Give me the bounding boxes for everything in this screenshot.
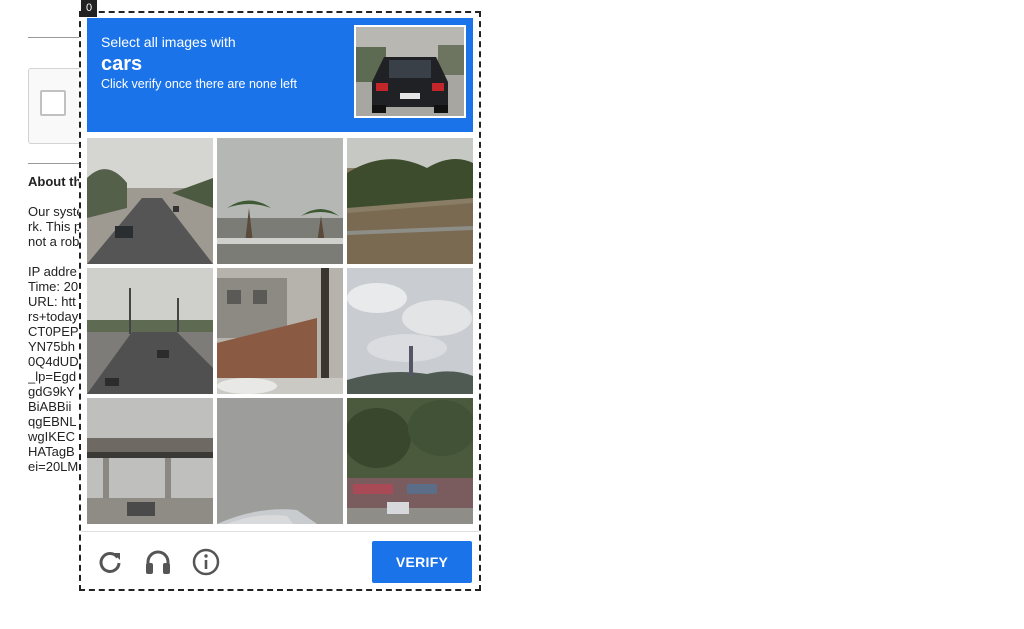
background-text-line: HATagB bbox=[28, 444, 75, 459]
frame-index-badge: 0 bbox=[81, 0, 97, 17]
verify-button[interactable]: VERIFY bbox=[372, 541, 472, 583]
sample-image bbox=[354, 25, 466, 118]
background-text-line: rs+today bbox=[28, 309, 79, 324]
instruction-subtext: Click verify once there are none left bbox=[101, 77, 297, 91]
background-text-line: not a rob bbox=[28, 234, 80, 249]
background-text-line: wgIKEC bbox=[28, 429, 75, 444]
background-text-line: _lp=Egd bbox=[28, 369, 77, 384]
not-a-robot-checkbox[interactable] bbox=[40, 90, 66, 116]
image-tile-trees-and-storefront[interactable] bbox=[347, 398, 473, 524]
background-text-line: YN75bh bbox=[28, 339, 75, 354]
background-text-line: gdG9kY bbox=[28, 384, 75, 399]
about-heading: About th bbox=[28, 174, 80, 189]
background-text-line: ei=20LM bbox=[28, 459, 79, 474]
background-text-line: Our syste bbox=[28, 204, 80, 219]
image-tile-highway-with-trees[interactable] bbox=[87, 138, 213, 264]
background-text-line: qgEBNL bbox=[28, 414, 77, 429]
background-text-line: rk. This p bbox=[28, 219, 80, 234]
footer-divider bbox=[81, 531, 479, 532]
image-tile-hillside-with-bushes[interactable] bbox=[347, 138, 473, 264]
target-object-label: cars bbox=[101, 53, 143, 75]
background-text-line: URL: htt bbox=[28, 294, 76, 309]
challenge-header: Select all images with cars Click verify… bbox=[87, 18, 473, 132]
image-tile-cloudy-sky-and-hills[interactable] bbox=[347, 268, 473, 394]
image-tile-asphalt-with-car-roof[interactable] bbox=[217, 398, 343, 524]
background-text-line: BiABBii bbox=[28, 399, 72, 414]
image-tile-gas-station-canopy[interactable] bbox=[87, 398, 213, 524]
image-tile-building-and-wall[interactable] bbox=[217, 268, 343, 394]
headphones-icon[interactable] bbox=[143, 547, 173, 577]
background-text-line: 0Q4dUD bbox=[28, 354, 79, 369]
image-tile-highway-with-light-poles[interactable] bbox=[87, 268, 213, 394]
background-text-line: IP addre bbox=[28, 264, 77, 279]
instruction-text: Select all images with bbox=[101, 34, 236, 50]
reload-icon[interactable] bbox=[95, 547, 125, 577]
background-text-line: Time: 20 bbox=[28, 279, 79, 294]
info-icon[interactable] bbox=[191, 547, 221, 577]
image-tile-palm-trees-road[interactable] bbox=[217, 138, 343, 264]
background-text-line: CT0PEP bbox=[28, 324, 79, 339]
